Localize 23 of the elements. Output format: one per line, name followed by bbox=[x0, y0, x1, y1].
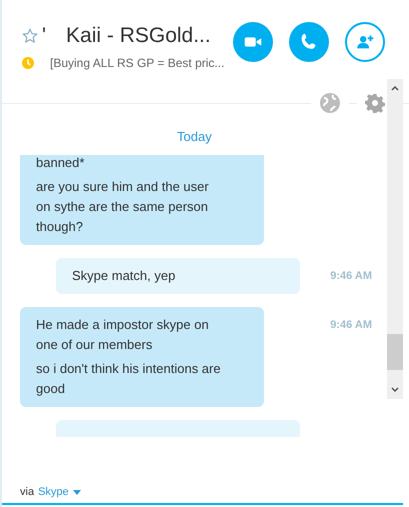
via-label: via bbox=[20, 485, 34, 500]
service-link[interactable]: Skype bbox=[38, 484, 69, 500]
title-prefix: ' bbox=[42, 23, 46, 49]
video-call-button[interactable] bbox=[233, 22, 273, 62]
caret-icon[interactable] bbox=[72, 490, 81, 495]
scroll-down-icon[interactable] bbox=[391, 387, 399, 393]
add-contact-button[interactable] bbox=[345, 22, 385, 62]
message-text: banned* bbox=[36, 155, 86, 172]
mood-message: [Buying ALL RS GP = Best pric... bbox=[50, 55, 224, 72]
date-divider: Today bbox=[177, 128, 212, 146]
contact-name: Kaii - RSGold... bbox=[66, 23, 211, 49]
message-text: so i don't think his intentions are good bbox=[36, 360, 222, 398]
message-text: Skype match, yep bbox=[72, 267, 176, 285]
star-icon[interactable] bbox=[22, 28, 38, 44]
globe-icon[interactable] bbox=[319, 92, 341, 114]
call-button[interactable] bbox=[289, 22, 329, 62]
message-text: are you sure him and the user on sythe are the same person though? bbox=[36, 178, 210, 236]
scrollbar[interactable] bbox=[387, 79, 403, 399]
scroll-up-icon[interactable] bbox=[391, 85, 399, 91]
message-time: 9:46 AM bbox=[330, 269, 372, 284]
scroll-thumb[interactable] bbox=[387, 334, 403, 370]
settings-icon[interactable] bbox=[365, 93, 385, 113]
message-time: 9:46 AM bbox=[330, 318, 372, 333]
